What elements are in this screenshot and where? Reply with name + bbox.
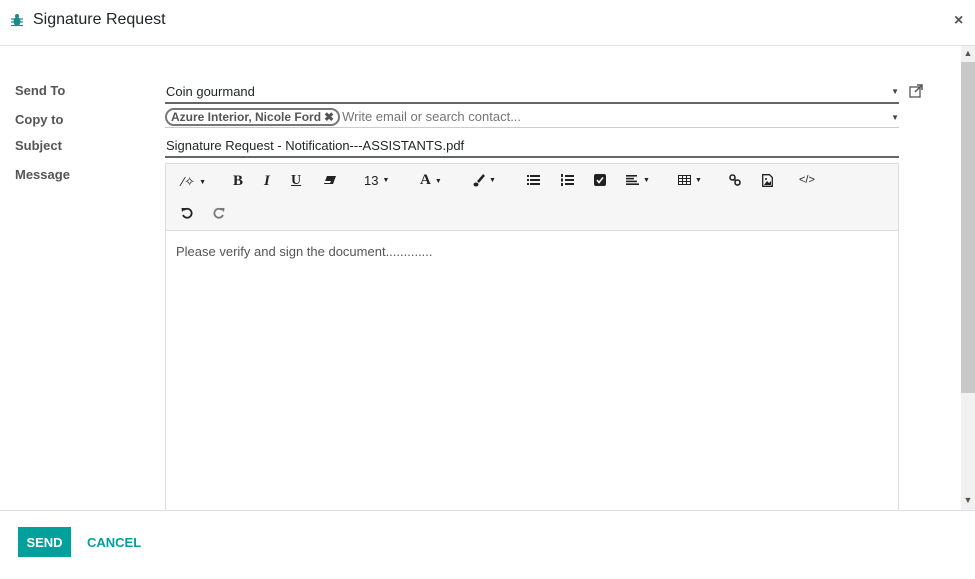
- subject-field[interactable]: Signature Request - Notification---ASSIS…: [165, 136, 899, 158]
- table-icon: [678, 175, 691, 185]
- cancel-button[interactable]: CANCEL: [87, 527, 141, 557]
- scrollbar-thumb[interactable]: [961, 62, 975, 393]
- font-size-dropdown[interactable]: 13 ▼: [364, 173, 389, 188]
- undo-button[interactable]: [181, 207, 193, 219]
- editor-toolbar: ⁄✧ ▼ B I U 13 ▼ A ▼ ▼ ▼ ▼ </>: [166, 164, 898, 231]
- bullet-list-icon: [527, 175, 540, 185]
- recipient-tag-label: Azure Interior, Nicole Ford: [171, 110, 322, 124]
- redo-button[interactable]: [213, 207, 225, 219]
- font-size-value: 13: [364, 173, 379, 188]
- send-to-label: Send To: [15, 83, 66, 98]
- send-button[interactable]: SEND: [18, 527, 71, 557]
- underline-button[interactable]: U: [291, 173, 301, 189]
- send-to-value: Coin gourmand: [166, 84, 255, 99]
- message-body[interactable]: Please verify and sign the document.....…: [166, 231, 898, 272]
- copy-to-dropdown-icon[interactable]: ▼: [891, 113, 899, 122]
- style-dropdown[interactable]: ⁄✧ ▼: [182, 174, 206, 190]
- external-link-icon[interactable]: [909, 84, 923, 98]
- message-label: Message: [15, 167, 70, 182]
- table-dropdown[interactable]: ▼: [678, 175, 702, 185]
- dialog-title: Signature Request: [33, 11, 166, 28]
- code-view-button[interactable]: </>: [799, 174, 815, 186]
- italic-button[interactable]: I: [264, 173, 270, 190]
- undo-icon: [181, 207, 193, 219]
- bold-button[interactable]: B: [233, 173, 243, 190]
- message-editor: ⁄✧ ▼ B I U 13 ▼ A ▼ ▼ ▼ ▼ </> Please ver…: [165, 163, 899, 510]
- align-left-icon: [626, 175, 639, 185]
- send-to-field[interactable]: Coin gourmand ▼: [165, 82, 899, 104]
- close-button[interactable]: ×: [954, 12, 963, 30]
- link-icon: [729, 174, 741, 186]
- redo-icon: [213, 207, 225, 219]
- link-button[interactable]: [729, 174, 741, 186]
- checkbox-icon: [594, 174, 606, 186]
- background-color-dropdown[interactable]: ▼: [473, 174, 496, 187]
- subject-value: Signature Request - Notification---ASSIS…: [166, 138, 465, 153]
- scroll-down-icon[interactable]: ▼: [961, 495, 975, 505]
- magic-wand-icon: ⁄✧: [182, 174, 196, 189]
- copy-to-field[interactable]: Azure Interior, Nicole Ford✖ ▼: [165, 108, 899, 128]
- subject-label: Subject: [15, 138, 62, 153]
- dialog-header: Signature Request ×: [0, 0, 975, 46]
- copy-to-input[interactable]: [342, 109, 843, 124]
- send-to-dropdown-icon[interactable]: ▼: [891, 87, 899, 96]
- numbered-list-button[interactable]: [561, 174, 574, 186]
- image-button[interactable]: [762, 174, 773, 187]
- bullet-list-button[interactable]: [527, 175, 540, 185]
- remove-tag-icon[interactable]: ✖: [324, 110, 334, 124]
- copy-to-label: Copy to: [15, 112, 64, 127]
- dialog-footer: SEND CANCEL: [0, 510, 975, 579]
- eraser-icon: [324, 176, 336, 184]
- dialog-body: Send To Coin gourmand ▼ Copy to Azure In…: [0, 46, 975, 510]
- bug-icon: [11, 14, 23, 27]
- scroll-up-icon[interactable]: ▲: [961, 48, 975, 58]
- font-color-dropdown[interactable]: A ▼: [420, 172, 442, 189]
- font-color-icon: A: [420, 172, 431, 188]
- align-dropdown[interactable]: ▼: [626, 175, 650, 185]
- image-file-icon: [762, 174, 773, 187]
- paint-brush-icon: [473, 174, 485, 187]
- numbered-list-icon: [561, 174, 574, 186]
- scrollbar[interactable]: ▲ ▼: [961, 46, 975, 510]
- checklist-button[interactable]: [594, 174, 606, 186]
- eraser-button[interactable]: [323, 175, 337, 185]
- recipient-tag: Azure Interior, Nicole Ford ✖: [165, 108, 341, 126]
